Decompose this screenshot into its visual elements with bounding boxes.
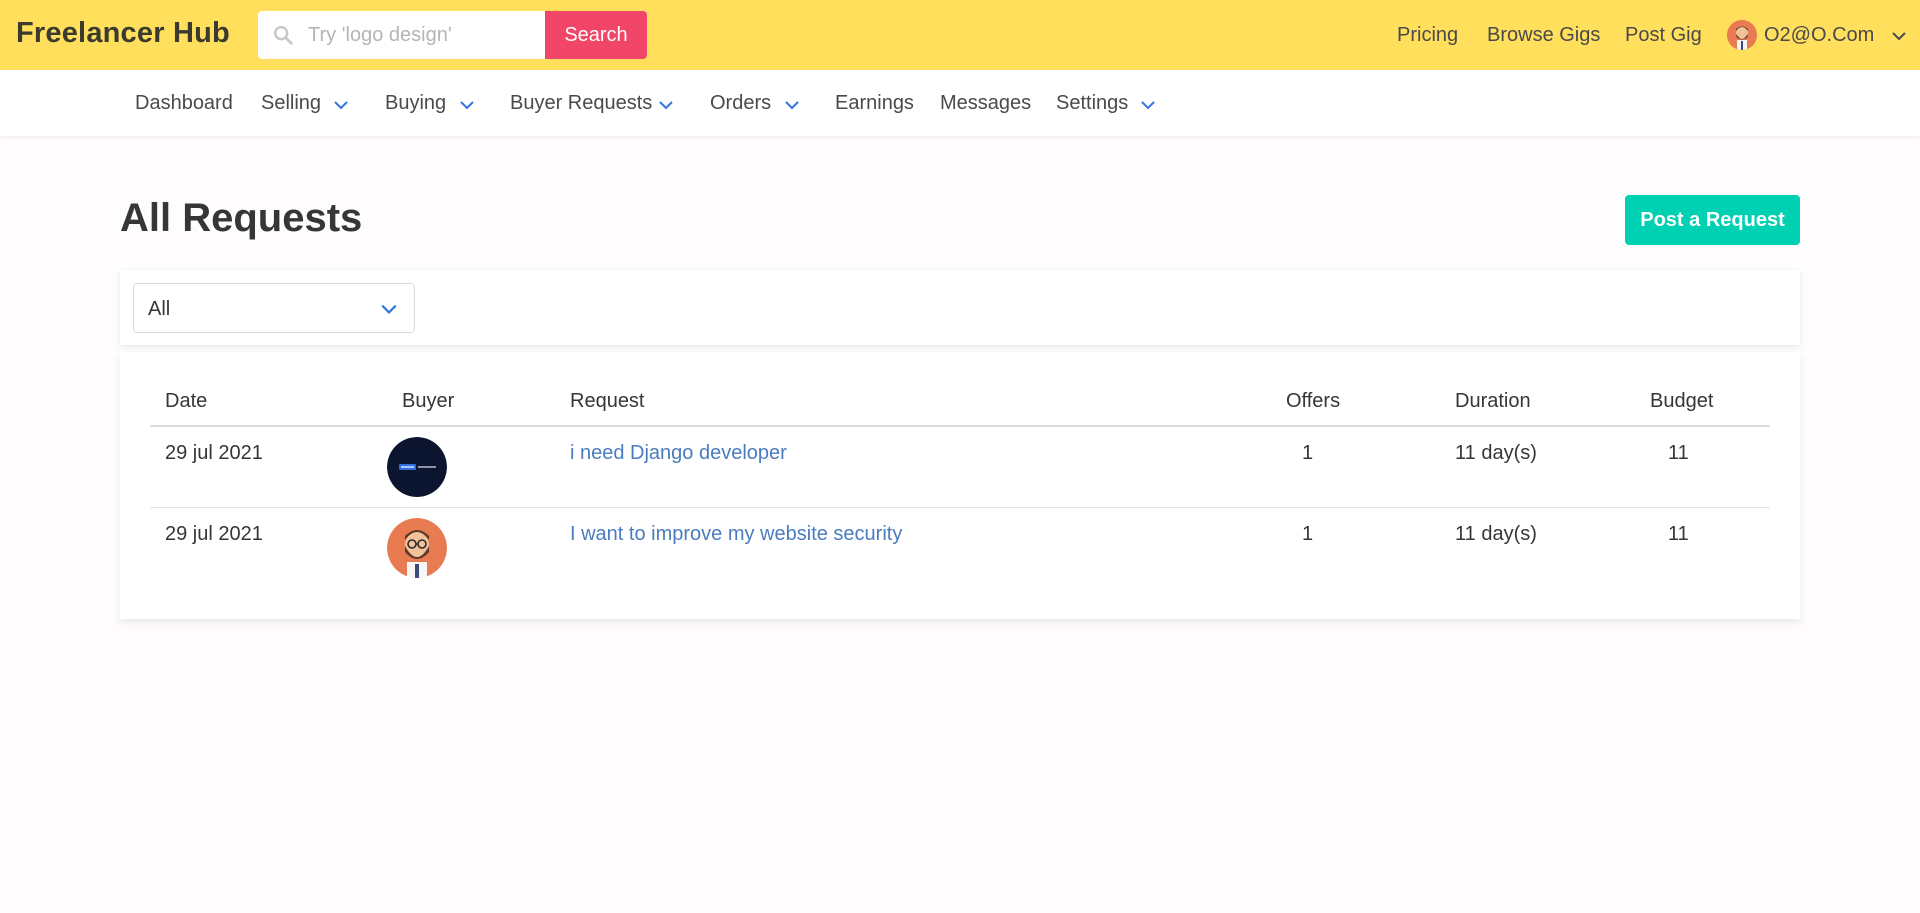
request-date: 29 jul 2021 <box>165 442 263 464</box>
django-logo-avatar-icon <box>387 437 447 497</box>
table-row: 29 jul 2021 i need Django developer 1 11… <box>150 427 1770 508</box>
avatar <box>1727 20 1757 50</box>
user-email: O2@O.Com <box>1764 24 1875 46</box>
chevron-down-icon <box>334 101 348 110</box>
column-header-request: Request <box>570 390 645 412</box>
request-budget: 11 <box>1668 523 1689 545</box>
request-filter-select[interactable]: All <box>133 283 415 333</box>
chevron-down-icon <box>659 101 673 110</box>
search-bar: Search <box>258 11 647 59</box>
bearded-man-avatar-icon <box>387 518 447 578</box>
column-header-offers: Offers <box>1286 390 1341 412</box>
user-menu[interactable]: O2@O.Com <box>1727 18 1907 54</box>
post-gig-link[interactable]: Post Gig <box>1625 24 1702 47</box>
chevron-down-icon <box>460 101 474 110</box>
pricing-link[interactable]: Pricing <box>1397 24 1458 47</box>
filter-panel: All <box>120 270 1800 345</box>
request-date: 29 jul 2021 <box>165 523 263 545</box>
chevron-down-icon <box>381 304 397 314</box>
request-budget: 11 <box>1668 442 1689 464</box>
nav-settings[interactable]: Settings <box>1056 92 1128 115</box>
nav-selling[interactable]: Selling <box>261 92 321 115</box>
request-duration: 11 day(s) <box>1455 523 1537 545</box>
search-button[interactable]: Search <box>545 11 647 59</box>
column-header-date: Date <box>165 390 208 412</box>
chevron-down-icon <box>1892 32 1906 41</box>
user-avatar-icon <box>1727 20 1757 50</box>
filter-selected-value: All <box>148 298 171 320</box>
top-navbar: Freelancer Hub Search Pricing Browse Gig… <box>0 0 1920 70</box>
table-row: 29 jul 2021 I want to improve my website… <box>150 508 1770 589</box>
request-duration: 11 day(s) <box>1455 442 1537 464</box>
browse-gigs-link[interactable]: Browse Gigs <box>1487 24 1600 47</box>
nav-earnings[interactable]: Earnings <box>835 92 914 115</box>
column-header-duration: Duration <box>1455 390 1531 412</box>
chevron-down-icon <box>785 101 799 110</box>
search-field <box>258 11 545 59</box>
page-title: All Requests <box>120 196 363 240</box>
column-header-budget: Budget <box>1650 390 1714 412</box>
avatar[interactable] <box>387 518 447 578</box>
request-link[interactable]: I want to improve my website security <box>570 523 902 546</box>
nav-orders[interactable]: Orders <box>710 92 771 115</box>
requests-table: Date Buyer Request Offers Duration Budge… <box>120 352 1800 619</box>
avatar[interactable] <box>387 437 447 497</box>
request-offers: 1 <box>1302 523 1314 545</box>
brand-logo[interactable]: Freelancer Hub <box>16 17 230 50</box>
chevron-down-icon <box>1141 101 1155 110</box>
secondary-navbar: Dashboard Selling Buying Buyer Requests … <box>0 70 1920 136</box>
nav-messages[interactable]: Messages <box>940 92 1031 115</box>
nav-buying[interactable]: Buying <box>385 92 446 115</box>
post-request-button[interactable]: Post a Request <box>1625 195 1800 245</box>
nav-buyer-requests[interactable]: Buyer Requests <box>510 92 652 115</box>
nav-dashboard[interactable]: Dashboard <box>135 92 233 115</box>
request-offers: 1 <box>1302 442 1314 464</box>
column-header-buyer: Buyer <box>402 390 455 412</box>
request-link[interactable]: i need Django developer <box>570 442 787 465</box>
search-input[interactable] <box>308 11 538 59</box>
search-icon <box>274 26 293 45</box>
